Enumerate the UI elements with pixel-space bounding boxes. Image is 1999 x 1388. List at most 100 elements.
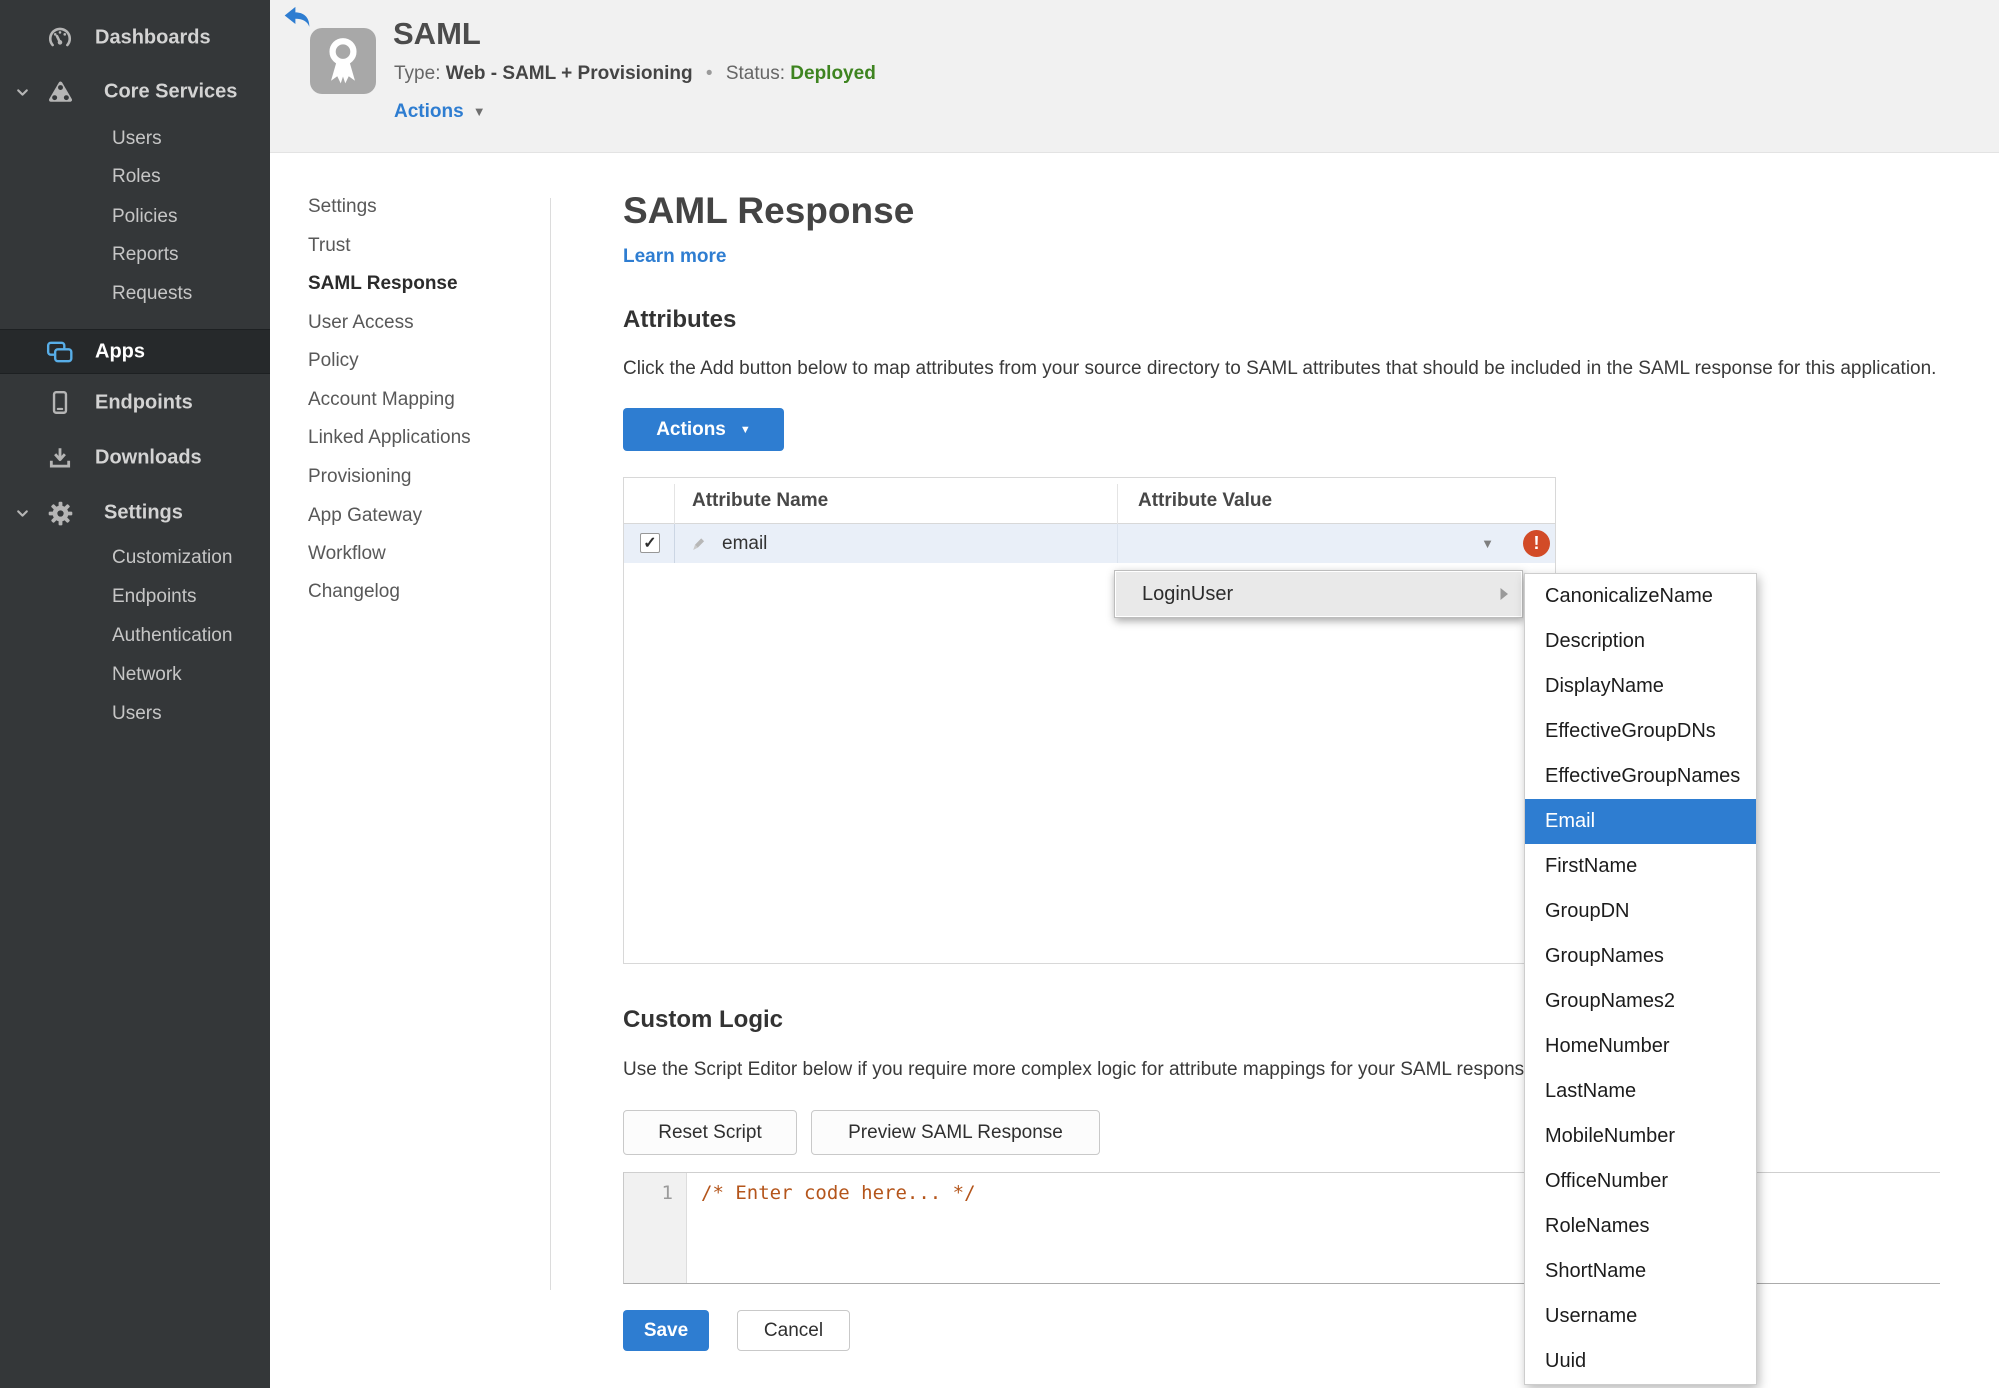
attribute-name-cell: email	[722, 532, 768, 554]
sidebar-item-label: Settings	[104, 501, 183, 524]
sidebar-item-dashboards[interactable]: Dashboards	[0, 18, 270, 58]
sidebar-item-label: Downloads	[95, 446, 202, 469]
downloads-icon	[46, 444, 74, 472]
sidebar-item-network[interactable]: Network	[0, 655, 270, 695]
type-label: Type:	[394, 63, 441, 84]
menu-item-username[interactable]: Username	[1525, 1294, 1756, 1339]
sidebar-item-endpoints[interactable]: Endpoints	[0, 383, 270, 423]
menu-item-firstname[interactable]: FirstName	[1525, 844, 1756, 889]
subnav-item-saml-response[interactable]: SAML Response	[308, 265, 458, 303]
apps-icon	[46, 338, 74, 366]
attributes-description: Click the Add button below to map attrib…	[623, 358, 1937, 379]
menu-item-description[interactable]: Description	[1525, 619, 1756, 664]
subnav-item-user-access[interactable]: User Access	[308, 304, 414, 342]
sidebar: Dashboards Core Services Users Roles Pol…	[0, 0, 270, 1388]
type-value: Web - SAML + Provisioning	[445, 63, 693, 84]
sidebar-item-customization[interactable]: Customization	[0, 538, 270, 578]
menu-item-homenumber[interactable]: HomeNumber	[1525, 1024, 1756, 1069]
sidebar-item-core-services[interactable]: Core Services	[0, 72, 270, 112]
menu-item-groupdn[interactable]: GroupDN	[1525, 889, 1756, 934]
editor-gutter: 1	[624, 1173, 687, 1283]
sidebar-item-authentication[interactable]: Authentication	[0, 616, 270, 656]
menu-item-lastname[interactable]: LastName	[1525, 1069, 1756, 1114]
sidebar-item-label: Endpoints	[95, 391, 193, 414]
sidebar-item-settings-endpoints[interactable]: Endpoints	[0, 577, 270, 617]
chevron-down-icon[interactable]	[13, 83, 31, 101]
menu-item-displayname[interactable]: DisplayName	[1525, 664, 1756, 709]
save-button[interactable]: Save	[623, 1310, 709, 1351]
sidebar-item-policies[interactable]: Policies	[0, 197, 270, 237]
menu-item-uuid[interactable]: Uuid	[1525, 1339, 1756, 1384]
sidebar-item-label: Core Services	[104, 80, 238, 103]
sidebar-item-label: Reports	[112, 244, 179, 265]
menu-item-mobilenumber[interactable]: MobileNumber	[1525, 1114, 1756, 1159]
sidebar-item-downloads[interactable]: Downloads	[0, 438, 270, 478]
table-header: Attribute Name Attribute Value	[624, 478, 1555, 524]
back-arrow-icon[interactable]	[282, 3, 312, 29]
menu-item-canonicalizename[interactable]: CanonicalizeName	[1525, 574, 1756, 619]
header-actions-menu[interactable]: Actions ▼	[394, 101, 486, 123]
settings-gear-icon	[46, 499, 74, 527]
attribute-submenu: CanonicalizeName Description DisplayName…	[1524, 573, 1757, 1385]
menu-item-loginuser[interactable]: LoginUser	[1116, 572, 1521, 616]
editor-code[interactable]: /* Enter code here... */	[701, 1182, 976, 1204]
menu-item-label: LoginUser	[1142, 582, 1234, 605]
subnav-item-trust[interactable]: Trust	[308, 227, 351, 265]
sidebar-item-label: Requests	[112, 283, 193, 304]
subnav-item-changelog[interactable]: Changelog	[308, 573, 400, 611]
menu-item-email[interactable]: Email	[1525, 799, 1756, 844]
subnav-item-policy[interactable]: Policy	[308, 342, 359, 380]
app-badge-icon	[310, 28, 376, 94]
attributes-table: Attribute Name Attribute Value ✓ email ▼…	[623, 477, 1556, 964]
subnav-item-account-mapping[interactable]: Account Mapping	[308, 381, 455, 419]
column-divider	[674, 524, 675, 563]
reset-script-button[interactable]: Reset Script	[623, 1110, 797, 1155]
subnav-item-linked-applications[interactable]: Linked Applications	[308, 419, 471, 457]
menu-item-shortname[interactable]: ShortName	[1525, 1249, 1756, 1294]
sidebar-item-requests[interactable]: Requests	[0, 274, 270, 314]
sidebar-item-label: Customization	[112, 547, 233, 568]
sidebar-item-settings[interactable]: Settings	[0, 493, 270, 533]
error-icon: !	[1523, 530, 1550, 557]
status-label: Status:	[725, 63, 785, 84]
sidebar-item-label: Endpoints	[112, 586, 197, 607]
attribute-value-dropdown[interactable]: ▼	[1118, 524, 1512, 563]
header-actions-label: Actions	[394, 101, 464, 122]
column-header-attribute-name: Attribute Name	[692, 490, 829, 511]
line-number: 1	[661, 1182, 673, 1204]
subnav-item-settings[interactable]: Settings	[308, 188, 377, 226]
chevron-down-icon[interactable]	[13, 504, 31, 522]
table-row[interactable]: ✓ email ▼ !	[624, 524, 1555, 563]
sidebar-item-label: Apps	[95, 340, 145, 362]
menu-item-effectivegroupdns[interactable]: EffectiveGroupDNs	[1525, 709, 1756, 754]
sidebar-item-label: Users	[112, 703, 162, 724]
menu-item-groupnames2[interactable]: GroupNames2	[1525, 979, 1756, 1024]
column-header-attribute-value: Attribute Value	[1138, 490, 1273, 511]
sidebar-item-roles[interactable]: Roles	[0, 157, 270, 197]
learn-more-link[interactable]: Learn more	[623, 246, 726, 268]
custom-logic-description: Use the Script Editor below if you requi…	[623, 1059, 1540, 1080]
value-dropdown-menu: LoginUser	[1114, 570, 1523, 618]
menu-item-rolenames[interactable]: RoleNames	[1525, 1204, 1756, 1249]
sidebar-item-users[interactable]: Users	[0, 119, 270, 159]
subnav-item-workflow[interactable]: Workflow	[308, 535, 386, 573]
core-services-icon	[46, 78, 74, 106]
cancel-button[interactable]: Cancel	[737, 1310, 850, 1351]
menu-item-groupnames[interactable]: GroupNames	[1525, 934, 1756, 979]
sidebar-item-apps[interactable]: Apps	[0, 329, 270, 374]
subnav-item-provisioning[interactable]: Provisioning	[308, 458, 412, 496]
custom-logic-heading: Custom Logic	[623, 1006, 783, 1033]
preview-saml-response-button[interactable]: Preview SAML Response	[811, 1110, 1100, 1155]
menu-item-officenumber[interactable]: OfficeNumber	[1525, 1159, 1756, 1204]
sidebar-item-settings-users[interactable]: Users	[0, 694, 270, 734]
sidebar-item-label: Users	[112, 128, 162, 149]
sidebar-item-reports[interactable]: Reports	[0, 235, 270, 275]
row-checkbox[interactable]: ✓	[640, 533, 660, 553]
edit-pencil-icon[interactable]	[688, 534, 706, 552]
attributes-actions-button[interactable]: Actions ▼	[623, 408, 784, 451]
subnav-item-app-gateway[interactable]: App Gateway	[308, 497, 422, 535]
nav-divider	[550, 198, 551, 1290]
caret-down-icon: ▼	[472, 104, 486, 119]
sidebar-item-label: Authentication	[112, 625, 233, 646]
menu-item-effectivegroupnames[interactable]: EffectiveGroupNames	[1525, 754, 1756, 799]
